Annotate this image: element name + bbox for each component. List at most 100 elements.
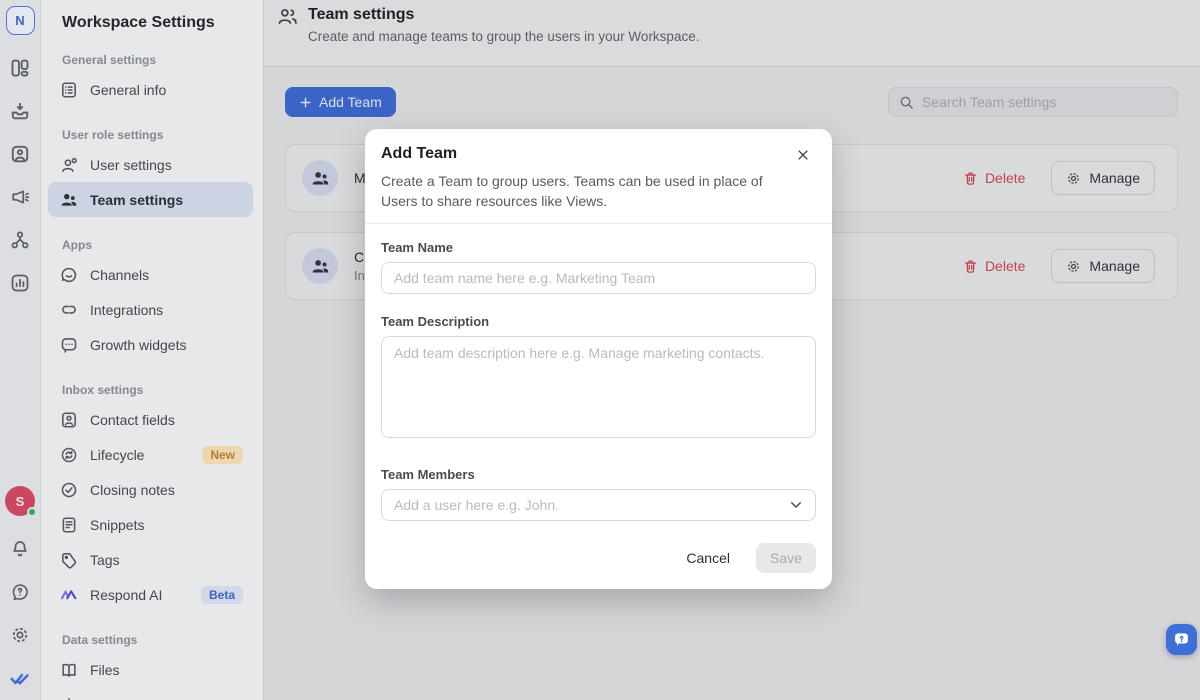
sidebar-item-label: Growth widgets <box>90 337 186 353</box>
cancel-button[interactable]: Cancel <box>686 550 730 566</box>
settings-gear-icon[interactable] <box>10 625 30 645</box>
add-team-modal: Add Team Create a Team to group users. T… <box>365 129 832 589</box>
contact-card-icon <box>60 411 78 429</box>
chat-help-icon <box>1172 630 1191 649</box>
beta-badge: Beta <box>201 586 243 604</box>
app-icon-rail: N S <box>0 0 41 700</box>
page-subtitle: Create and manage teams to group the use… <box>308 29 699 44</box>
add-team-button[interactable]: Add Team <box>285 87 396 117</box>
sidebar-item-channels[interactable]: Channels <box>48 257 253 292</box>
section-label-user-role-settings: User role settings <box>62 128 253 142</box>
delete-team-button[interactable]: Delete <box>963 170 1025 186</box>
support-chat-widget-button[interactable] <box>1166 624 1197 655</box>
delete-team-button[interactable]: Delete <box>963 258 1025 274</box>
section-label-general-settings: General settings <box>62 53 253 67</box>
team-name-label: Team Name <box>381 240 816 255</box>
section-label-data-settings: Data settings <box>62 633 253 647</box>
book-icon <box>60 661 78 679</box>
sidebar-item-snippets[interactable]: Snippets <box>48 507 253 542</box>
help-bubble-icon[interactable] <box>10 582 30 602</box>
plus-icon <box>299 96 312 109</box>
sidebar-item-tags[interactable]: Tags <box>48 542 253 577</box>
team-avatar <box>302 160 338 196</box>
rail-bottom-group: S <box>5 486 35 700</box>
gear-icon <box>1066 171 1081 186</box>
team-members-label: Team Members <box>381 467 816 482</box>
search-input[interactable] <box>922 94 1167 110</box>
close-button[interactable] <box>792 143 816 167</box>
check-circle-icon <box>60 481 78 499</box>
row-actions: Delete Manage <box>963 249 1155 283</box>
contacts-icon[interactable] <box>10 144 30 164</box>
sidebar-item-user-settings[interactable]: User settings <box>48 147 253 182</box>
user-avatar[interactable]: S <box>5 486 35 516</box>
toolbar: Add Team <box>285 87 1178 117</box>
team-description-label: Team Description <box>381 314 816 329</box>
workflows-icon[interactable] <box>10 230 30 250</box>
notifications-bell-icon[interactable] <box>10 539 30 559</box>
modules-icon[interactable] <box>10 58 30 78</box>
inbox-icon[interactable] <box>10 101 30 121</box>
broadcast-icon[interactable] <box>10 187 30 207</box>
modal-description: Create a Team to group users. Teams can … <box>381 171 816 211</box>
sidebar-item-contact-fields[interactable]: Contact fields <box>48 402 253 437</box>
sidebar-item-integrations[interactable]: Integrations <box>48 292 253 327</box>
save-button[interactable]: Save <box>756 543 816 573</box>
page-header: Team settings Create and manage teams to… <box>264 0 1200 67</box>
sidebar-item-label: User settings <box>90 157 172 173</box>
sidebar-item-label: Respond AI <box>90 587 162 603</box>
sidebar-item-general-info[interactable]: General info <box>48 72 253 107</box>
modal-body: Team Name Team Description Team Members … <box>365 224 832 589</box>
sidebar-item-label: Integrations <box>90 302 163 318</box>
sidebar-item-label: Tags <box>90 552 120 568</box>
trash-icon <box>963 171 978 186</box>
sidebar-item-label: Contacts import <box>90 697 188 700</box>
modal-footer: Cancel Save <box>381 543 816 573</box>
reports-icon[interactable] <box>10 273 30 293</box>
sidebar-item-team-settings[interactable]: Team settings <box>48 182 253 217</box>
workspace-logo[interactable]: N <box>6 6 35 35</box>
close-icon <box>796 148 810 162</box>
add-team-label: Add Team <box>319 94 382 110</box>
manage-team-button[interactable]: Manage <box>1051 249 1155 283</box>
sidebar-item-contacts-import[interactable]: Contacts import <box>48 687 253 700</box>
trash-icon <box>963 259 978 274</box>
chat-bubble-icon <box>60 266 78 284</box>
modal-title: Add Team <box>381 143 457 165</box>
team-people-outline-icon <box>277 6 298 27</box>
section-label-apps: Apps <box>62 238 253 252</box>
delete-label: Delete <box>985 258 1025 274</box>
sidebar-item-label: Channels <box>90 267 149 283</box>
team-members-select[interactable] <box>381 489 816 521</box>
link-icon <box>60 301 78 319</box>
sidebar-item-label: Snippets <box>90 517 144 533</box>
widget-bubble-icon <box>60 336 78 354</box>
sidebar-item-label: Closing notes <box>90 482 175 498</box>
new-badge: New <box>202 446 243 464</box>
modal-header: Add Team Create a Team to group users. T… <box>365 129 832 224</box>
team-people-icon <box>311 169 330 188</box>
user-gear-icon <box>60 156 78 174</box>
sidebar-item-label: Team settings <box>90 192 183 208</box>
lifecycle-icon <box>60 446 78 464</box>
manage-team-button[interactable]: Manage <box>1051 161 1155 195</box>
manage-label: Manage <box>1089 170 1140 186</box>
sidebar-item-growth-widgets[interactable]: Growth widgets <box>48 327 253 362</box>
sidebar-item-closing-notes[interactable]: Closing notes <box>48 472 253 507</box>
app-root: N S Workspace Settings General settings … <box>0 0 1200 700</box>
sidebar-item-respond-ai[interactable]: Respond AI Beta <box>48 577 253 612</box>
team-members-input[interactable] <box>381 489 816 521</box>
sidebar-item-lifecycle[interactable]: Lifecycle New <box>48 437 253 472</box>
sidebar-item-label: General info <box>90 82 166 98</box>
delete-label: Delete <box>985 170 1025 186</box>
sidebar-item-files[interactable]: Files <box>48 652 253 687</box>
import-icon <box>60 696 78 700</box>
team-name-input[interactable] <box>381 262 816 294</box>
team-description-input[interactable] <box>381 336 816 438</box>
sidebar-item-label: Lifecycle <box>90 447 144 463</box>
tag-icon <box>60 551 78 569</box>
sidebar-item-label: Contact fields <box>90 412 175 428</box>
page-title: Team settings <box>308 4 699 26</box>
search-box[interactable] <box>888 87 1178 117</box>
sidebar-title: Workspace Settings <box>62 14 253 32</box>
